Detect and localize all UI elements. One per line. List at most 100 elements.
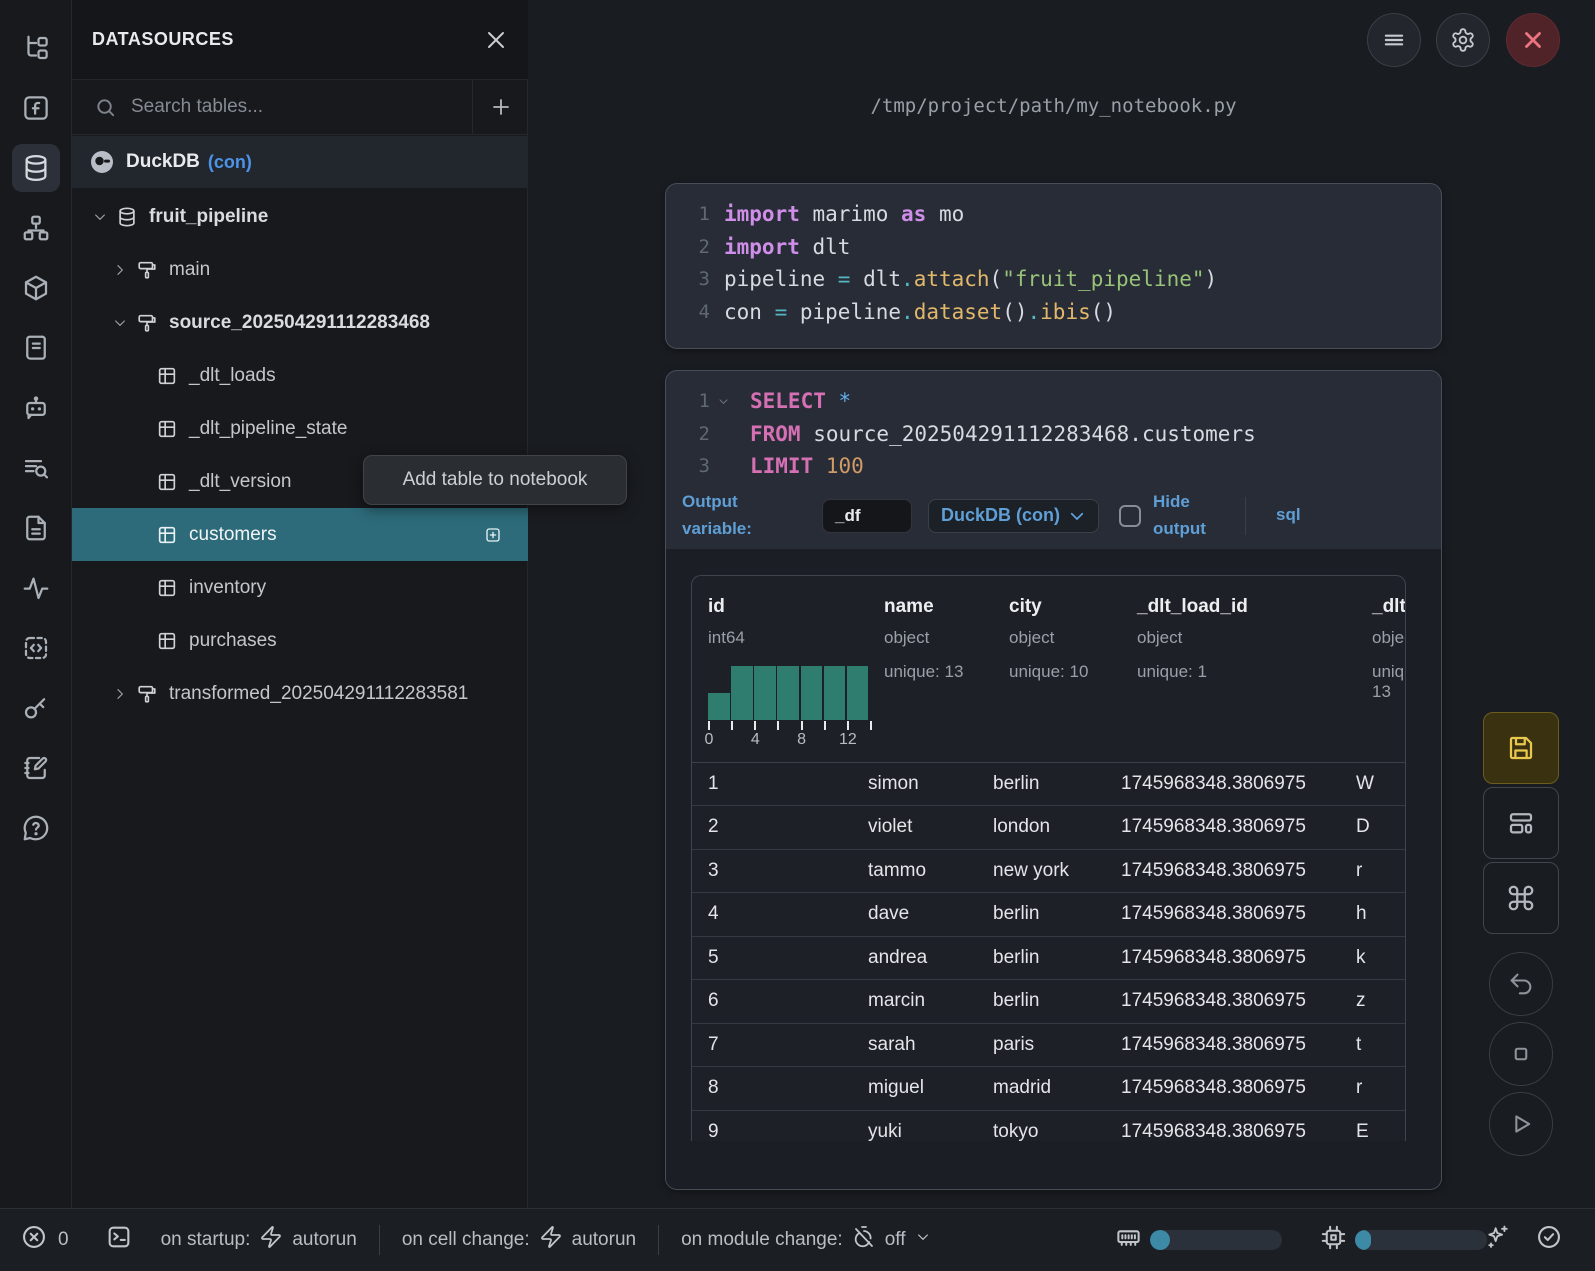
- rail-database-icon[interactable]: [12, 144, 60, 192]
- settings-button[interactable]: [1436, 13, 1490, 67]
- rail-notebook-pen-icon[interactable]: [12, 744, 60, 792]
- table-row[interactable]: 4daveberlin1745968348.3806975h: [692, 893, 1405, 937]
- table-row[interactable]: 9yukitokyo1745968348.3806975E: [692, 1111, 1405, 1141]
- tree-item-label: _dlt_loads: [189, 365, 276, 387]
- table-icon: [156, 577, 178, 599]
- rail-activity-icon[interactable]: [12, 564, 60, 612]
- database-icon: [116, 206, 138, 228]
- status-segment[interactable]: on module change:off: [681, 1225, 930, 1255]
- table-cell: berlin: [993, 990, 1121, 1012]
- run-button[interactable]: [1489, 1092, 1553, 1156]
- ai-sparkle-icon[interactable]: [1484, 1223, 1512, 1257]
- rail-list-search-icon[interactable]: [12, 444, 60, 492]
- error-count: 0: [58, 1229, 69, 1251]
- square-plus-icon[interactable]: [484, 526, 502, 544]
- table-icon: [156, 524, 178, 546]
- result-table[interactable]: idint64nameobjectunique: 13cityobjectuni…: [691, 575, 1406, 1141]
- table-row[interactable]: 8miguelmadrid1745968348.3806975r: [692, 1067, 1405, 1111]
- python-cell[interactable]: 1import marimo as mo2import dlt3pipeline…: [665, 183, 1442, 349]
- layout-button[interactable]: [1483, 787, 1559, 859]
- tree-item-customers[interactable]: customers: [72, 508, 528, 561]
- add-table-tooltip: Add table to notebook: [363, 455, 627, 505]
- chevron-down-icon[interactable]: [92, 209, 108, 225]
- tree-item-purchases[interactable]: purchases: [72, 614, 528, 667]
- table-row[interactable]: 2violetlondon1745968348.3806975D: [692, 806, 1405, 850]
- chevron-down-icon[interactable]: [112, 315, 128, 331]
- fold-chevron-icon[interactable]: [710, 395, 736, 408]
- code-line: 3LIMIT 100: [680, 450, 1441, 483]
- table-row[interactable]: 7sarahparis1745968348.3806975t: [692, 1024, 1405, 1068]
- activity-bar: [0, 0, 72, 1208]
- tree-item-transformed_202504291112283581[interactable]: transformed_202504291112283581: [72, 667, 528, 720]
- command-palette-button[interactable]: [1483, 862, 1559, 934]
- connected-check-icon[interactable]: [1535, 1223, 1563, 1257]
- rail-help-circle-icon[interactable]: [12, 804, 60, 852]
- column-header-name[interactable]: name: [884, 596, 934, 618]
- tree-item-label: transformed_202504291112283581: [169, 683, 468, 705]
- close-panel-icon[interactable]: [484, 28, 508, 52]
- table-row[interactable]: 1simonberlin1745968348.3806975W: [692, 763, 1405, 807]
- sql-cell[interactable]: 1SELECT *2FROM source_202504291112283468…: [665, 370, 1442, 1190]
- rail-network-icon[interactable]: [12, 204, 60, 252]
- rail-file-text-icon[interactable]: [12, 504, 60, 552]
- terminal-icon[interactable]: [105, 1223, 133, 1257]
- column-header-_dlt_load_id[interactable]: _dlt_load_id: [1137, 596, 1248, 618]
- table-row[interactable]: 6marcinberlin1745968348.3806975z: [692, 980, 1405, 1024]
- table-row[interactable]: 3tammonew york1745968348.3806975r: [692, 850, 1405, 894]
- undo-button[interactable]: [1489, 952, 1553, 1016]
- line-number: 1: [680, 203, 710, 225]
- stop-button[interactable]: [1489, 1022, 1553, 1086]
- connection-engine: DuckDB: [126, 151, 200, 173]
- column-header-_dlt_id[interactable]: _dlt_id: [1372, 596, 1406, 618]
- code-line: 2import dlt: [680, 231, 1441, 264]
- notebook-path: /tmp/project/path/my_notebook.py: [665, 95, 1442, 117]
- tree-item-fruit_pipeline[interactable]: fruit_pipeline: [72, 190, 528, 243]
- table-cell: 4: [692, 903, 868, 925]
- rail-box-icon[interactable]: [12, 264, 60, 312]
- tree-item-inventory[interactable]: inventory: [72, 561, 528, 614]
- column-header-id[interactable]: id: [708, 596, 725, 618]
- hide-output-checkbox[interactable]: [1119, 505, 1141, 527]
- table-cell: 1745968348.3806975: [1121, 1034, 1356, 1056]
- tree-item-source_202504291112283468[interactable]: source_202504291112283468: [72, 296, 528, 349]
- rail-function-square-icon[interactable]: [12, 84, 60, 132]
- tree-item-label: purchases: [189, 630, 277, 652]
- menu-button[interactable]: [1367, 13, 1421, 67]
- output-variable-input[interactable]: _df: [822, 499, 912, 533]
- status-segment-label: on cell change:: [402, 1229, 530, 1251]
- status-segment[interactable]: on cell change:autorun: [402, 1225, 636, 1255]
- histogram-bar: [754, 666, 776, 720]
- status-segment[interactable]: on startup:autorun: [161, 1225, 357, 1255]
- add-datasource-button[interactable]: [472, 80, 528, 135]
- rail-scroll-icon[interactable]: [12, 324, 60, 372]
- column-header-city[interactable]: city: [1009, 596, 1042, 618]
- rail-key-icon[interactable]: [12, 684, 60, 732]
- zap-icon: [539, 1225, 563, 1255]
- column-dtype: object: [884, 628, 929, 648]
- python-code-editor[interactable]: 1import marimo as mo2import dlt3pipeline…: [666, 184, 1441, 328]
- close-app-button[interactable]: [1506, 13, 1560, 67]
- table-row[interactable]: 5andreaberlin1745968348.3806975k: [692, 937, 1405, 981]
- timer-off-icon: [852, 1225, 876, 1255]
- engine-select[interactable]: DuckDB (con): [928, 499, 1099, 533]
- tree-item-main[interactable]: main: [72, 243, 528, 296]
- table-cell: 1745968348.3806975: [1121, 816, 1356, 838]
- table-cell: z: [1356, 990, 1396, 1012]
- histogram-bar: [777, 666, 799, 720]
- sql-code-editor[interactable]: 1SELECT *2FROM source_202504291112283468…: [666, 371, 1441, 483]
- rail-file-tree-icon[interactable]: [12, 24, 60, 72]
- search-tables-input[interactable]: [131, 96, 472, 118]
- connection-row[interactable]: DuckDB (con): [72, 136, 528, 188]
- rail-bot-chat-icon[interactable]: [12, 384, 60, 432]
- cell-output-area: idint64nameobjectunique: 13cityobjectuni…: [666, 549, 1441, 1190]
- rail-code-square-icon[interactable]: [12, 624, 60, 672]
- table-cell: berlin: [993, 773, 1121, 795]
- save-button[interactable]: [1483, 712, 1559, 784]
- tree-item-_dlt_pipeline_state[interactable]: _dlt_pipeline_state: [72, 402, 528, 455]
- code-line: 1SELECT *: [680, 385, 1441, 418]
- chevron-right-icon[interactable]: [112, 686, 128, 702]
- tree-item-_dlt_loads[interactable]: _dlt_loads: [72, 349, 528, 402]
- errors-icon[interactable]: [20, 1223, 48, 1257]
- column-unique-count: unique: 1: [1137, 662, 1207, 682]
- chevron-right-icon[interactable]: [112, 262, 128, 278]
